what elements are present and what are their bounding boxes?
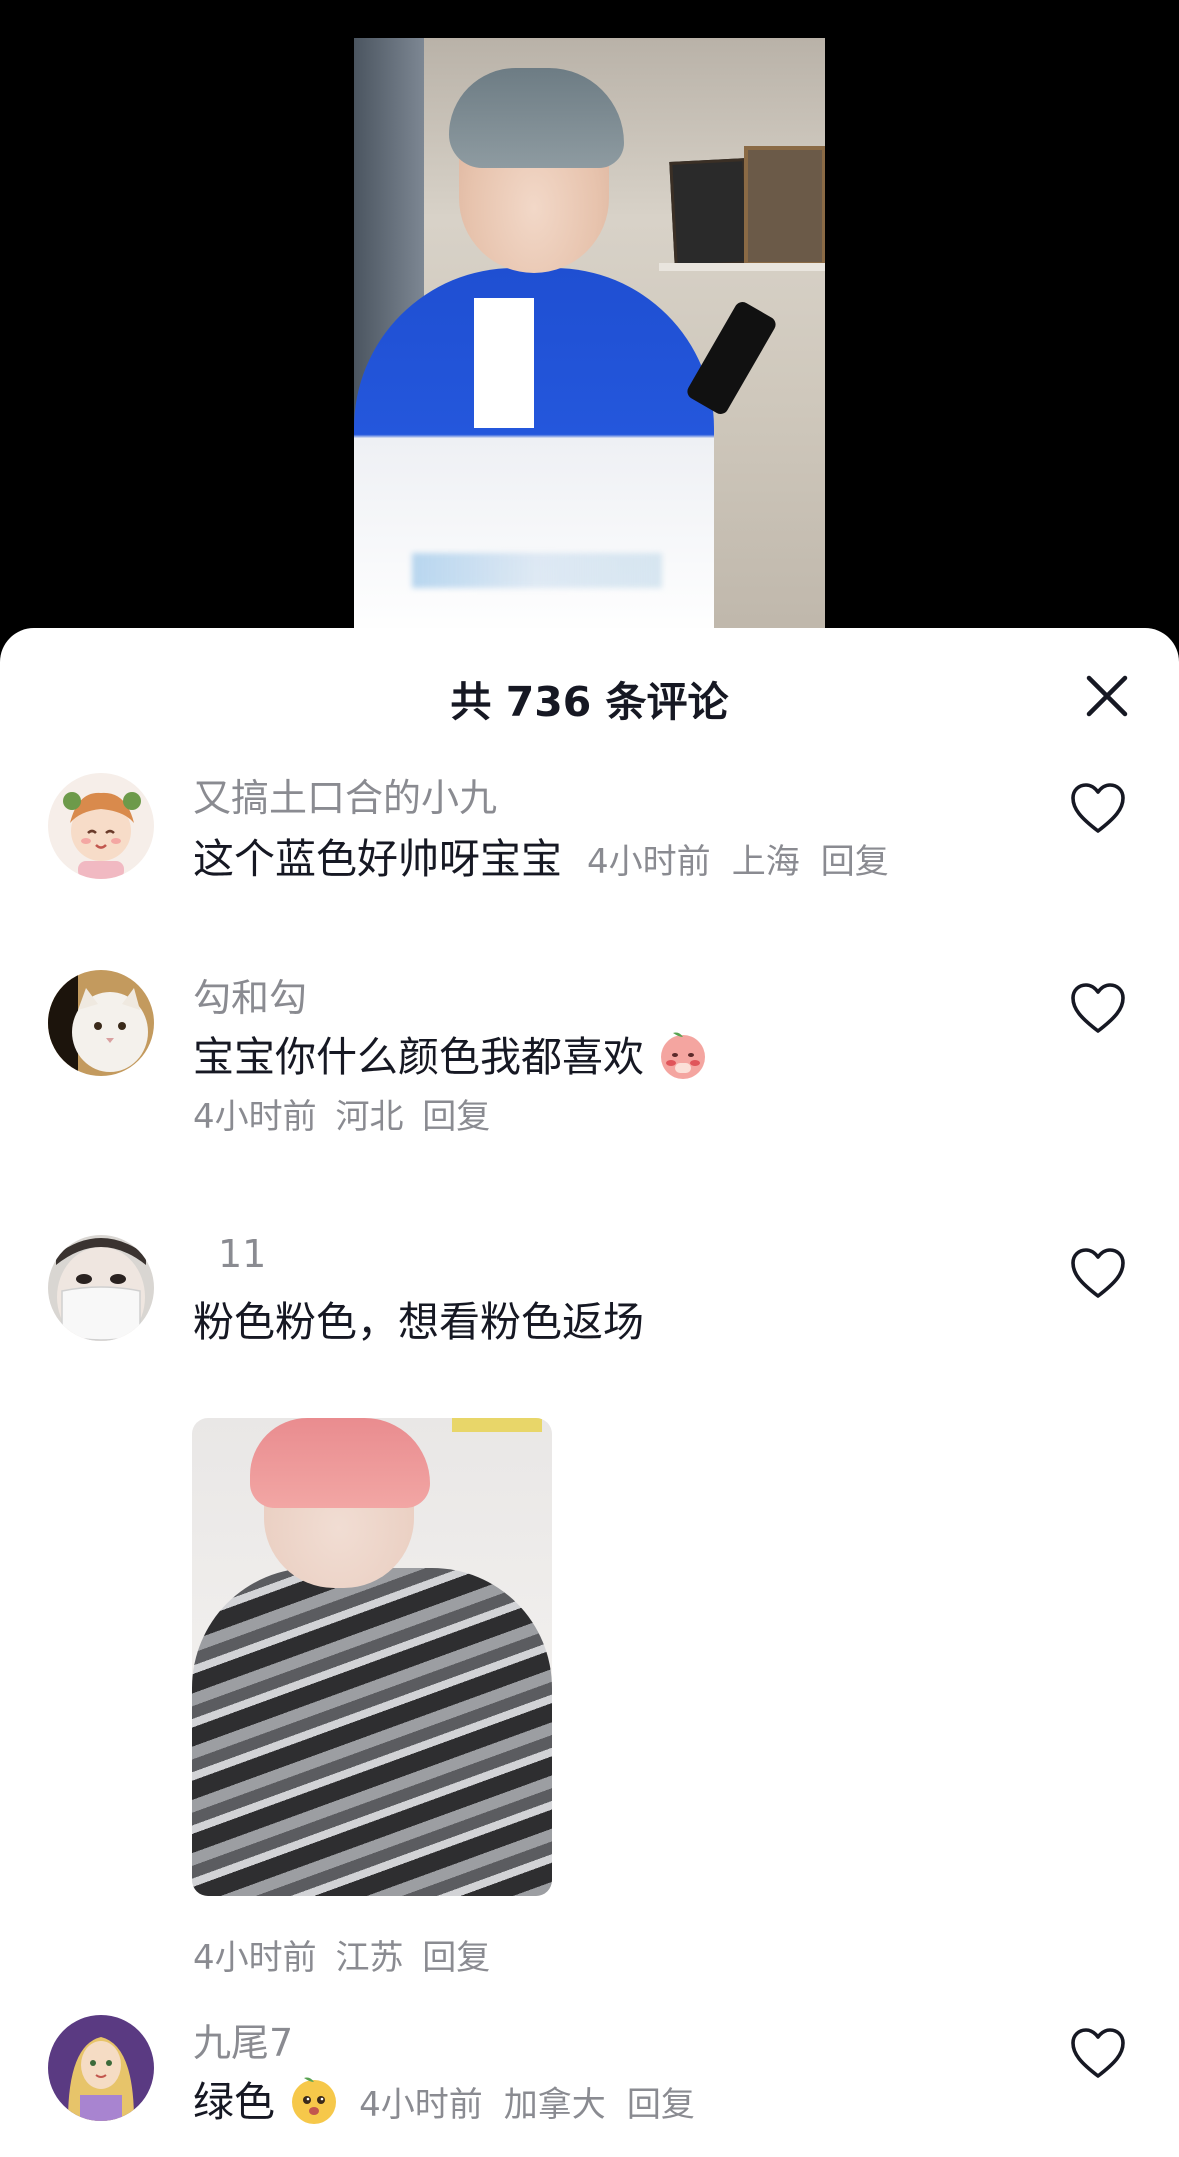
comment-text-line: 这个蓝色好帅呀宝宝 4小时前 上海 回复 [193,825,889,885]
heart-icon[interactable] [1069,2026,1127,2080]
comments-count-title: 共 736 条评论 [450,678,729,726]
comment-text: 这个蓝色好帅呀宝宝 [193,835,562,883]
close-icon[interactable] [1079,668,1135,724]
avatar[interactable] [48,2015,154,2121]
comment-meta: 4小时前 河北 回复 [193,1089,490,1138]
comment-text-line: 绿色 4小时前 加拿大 回复 [193,2068,695,2128]
yellow-peach-emoji-icon [288,2074,340,2126]
username[interactable]: 11 [218,1232,266,1276]
username[interactable]: 勾和勾 [193,967,307,1022]
comment-location: 江苏 [335,1938,404,1978]
comment-time: 4小时前 [359,2085,483,2125]
comments-sheet: 共 736 条评论 又搞土口合的小九 这个蓝色好帅呀宝宝 4小时前 上海 回复 [0,628,1179,2157]
comment-text-line: 宝宝你什么颜色我都喜欢 [193,1023,709,1083]
comment-location: 上海 [731,842,800,882]
video-player[interactable] [0,0,1179,660]
heart-icon[interactable] [1069,781,1127,835]
reply-button[interactable]: 回复 [422,1938,490,1978]
comment-text: 粉色粉色，想看粉色返场 [193,1298,644,1346]
heart-icon[interactable] [1069,1246,1127,1300]
comment-text: 绿色 [193,2078,275,2126]
picture-frame [744,146,825,266]
comment-location: 加拿大 [503,2085,606,2125]
comment-location: 河北 [335,1097,404,1137]
video-frame [354,38,825,638]
avatar[interactable] [48,773,154,879]
comment-time: 4小时前 [193,1097,317,1137]
comment-time: 4小时前 [193,1938,317,1978]
blurred-caption [412,553,662,588]
avatar[interactable] [48,970,154,1076]
comment-photo[interactable] [192,1418,552,1896]
reply-button[interactable]: 回复 [627,2085,695,2125]
reply-button[interactable]: 回复 [821,842,889,882]
heart-icon[interactable] [1069,981,1127,1035]
reply-button[interactable]: 回复 [422,1097,490,1137]
comment-meta: 4小时前 江苏 回复 [193,1930,490,1979]
comment-text: 宝宝你什么颜色我都喜欢 [193,1033,644,1081]
username[interactable]: 九尾7 [193,2012,293,2067]
blushing-peach-emoji-icon [657,1029,709,1081]
username[interactable]: 又搞土口合的小九 [193,767,497,822]
comment-time: 4小时前 [587,842,711,882]
phone [684,299,779,417]
comment-text-line: 粉色粉色，想看粉色返场 [193,1288,644,1348]
avatar[interactable] [48,1235,154,1341]
picture-frame [669,158,751,268]
